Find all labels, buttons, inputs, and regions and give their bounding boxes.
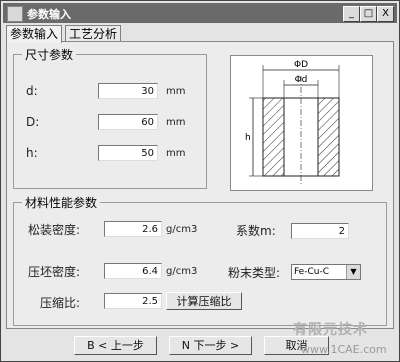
bushing-diagram: ΦD Φd h	[245, 60, 340, 186]
minimize-button[interactable]: _	[343, 6, 360, 22]
material-group-title: 材料性能参数	[22, 194, 101, 211]
tab-parameter-input[interactable]: 参数输入	[6, 25, 63, 43]
app-icon	[7, 6, 23, 22]
compact-density-unit: g/cm3	[166, 266, 198, 277]
left-wall	[262, 97, 285, 177]
tab-page: 尺寸参数 d: 30 mm D: 60 mm h: 50 mm ΦD Φd h …	[6, 41, 394, 329]
loose-density-label: 松装密度:	[28, 223, 81, 237]
d-input[interactable]: 30	[98, 83, 158, 99]
close-button[interactable]: X	[377, 6, 394, 22]
height-label: h	[245, 133, 251, 143]
loose-density-input[interactable]: 2.6	[104, 221, 162, 237]
compact-density-label: 压坯密度:	[28, 265, 81, 279]
h-unit: mm	[166, 148, 186, 159]
h-label: h:	[26, 146, 38, 160]
chevron-down-icon[interactable]: ▼	[346, 265, 360, 279]
powder-type-label: 粉末类型:	[228, 266, 281, 280]
material-group: 材料性能参数 松装密度: 2.6 g/cm3 系数m: 2 压坯密度: 6.4 …	[13, 194, 387, 326]
outer-diameter-label: ΦD	[294, 60, 308, 70]
loose-density-unit: g/cm3	[166, 224, 198, 235]
compression-ratio-label: 压缩比:	[40, 296, 81, 310]
D-unit: mm	[166, 117, 186, 128]
dialog-window: 参数输入 _ □ X 参数输入 工艺分析 尺寸参数 d: 30 mm D: 60…	[0, 0, 400, 362]
coefficient-input[interactable]: 2	[291, 223, 349, 239]
bushing-drawing: ΦD Φd h	[230, 55, 373, 191]
right-wall	[317, 97, 340, 177]
d-label: d:	[26, 84, 38, 98]
h-input[interactable]: 50	[98, 145, 158, 161]
powder-type-value: Fe-Cu-C	[294, 267, 329, 277]
D-label: D:	[26, 115, 40, 129]
tab-process-analysis[interactable]: 工艺分析	[65, 25, 122, 42]
d-unit: mm	[166, 86, 186, 97]
dimension-group: 尺寸参数 d: 30 mm D: 60 mm h: 50 mm	[13, 46, 207, 189]
compact-density-input[interactable]: 6.4	[104, 263, 162, 279]
title-bar: 参数输入 _ □ X	[3, 3, 397, 23]
dimension-group-title: 尺寸参数	[22, 46, 77, 63]
maximize-button[interactable]: □	[360, 6, 377, 22]
previous-step-button[interactable]: B < 上一步	[74, 336, 157, 355]
D-input[interactable]: 60	[98, 114, 158, 130]
coefficient-label: 系数m:	[236, 224, 276, 238]
powder-type-select[interactable]: Fe-Cu-C ▼	[291, 264, 361, 280]
window-title: 参数输入	[27, 8, 71, 21]
watermark-site: www.1CAE.com	[301, 343, 387, 356]
calculate-compression-ratio-button[interactable]: 计算压缩比	[166, 292, 242, 310]
compression-ratio-input[interactable]: 2.5	[104, 293, 162, 309]
next-step-button[interactable]: N 下一步 >	[169, 336, 252, 355]
watermark-text: 有限元技术	[293, 322, 368, 338]
